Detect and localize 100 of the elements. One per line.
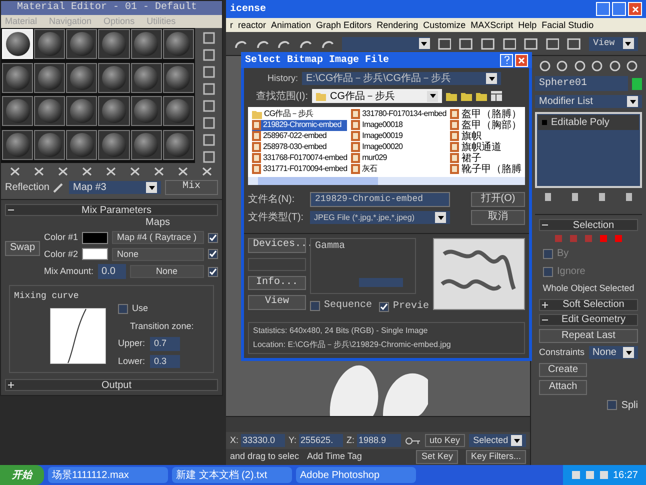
stack-tool-icon[interactable] — [543, 192, 554, 202]
file-item[interactable]: 258978-030-embed — [252, 142, 348, 152]
selection-set-dropdown[interactable] — [342, 36, 430, 50]
repeat-last-button[interactable]: Repeat Last — [539, 328, 638, 343]
menu-item[interactable]: Customize — [423, 20, 466, 30]
menu-item[interactable]: r — [230, 20, 233, 30]
checkbox[interactable] — [118, 304, 128, 314]
object-name-field[interactable]: Sphere01 — [535, 76, 628, 91]
checkbox[interactable] — [607, 400, 618, 410]
toolbar-icon[interactable] — [177, 166, 189, 177]
auto-key-button[interactable]: uto Key — [424, 434, 466, 448]
file-name-field[interactable]: 219829-Chromic-embed — [310, 192, 450, 207]
map-button[interactable]: None — [130, 264, 204, 278]
history-dropdown[interactable]: E:\CG作品－步兵\CG作品－步兵 — [302, 72, 501, 86]
number-field[interactable]: 0.3 — [150, 354, 180, 368]
set-key-button[interactable]: Set Key — [416, 450, 458, 464]
caret-icon[interactable] — [622, 38, 634, 49]
tool-icon[interactable] — [202, 134, 214, 146]
caret-icon[interactable] — [427, 90, 438, 102]
stack-item[interactable]: Editable Poly — [538, 115, 639, 130]
file-item[interactable]: Image00019 — [351, 130, 446, 142]
toolbar-icon[interactable] — [9, 166, 21, 177]
toolbar-icon[interactable] — [57, 166, 69, 177]
menu-item[interactable]: Help — [518, 20, 537, 30]
file-item[interactable]: 331780-F0170134-embed — [351, 108, 446, 120]
constraints-dropdown[interactable]: None — [588, 346, 638, 360]
start-button[interactable]: 开始 — [0, 465, 44, 485]
attach-button[interactable]: Attach — [539, 380, 587, 394]
caret-icon[interactable] — [511, 435, 522, 446]
file-item[interactable]: 331768-F0170074-embed — [252, 152, 348, 164]
checkbox[interactable] — [543, 266, 553, 276]
tool-icon[interactable] — [202, 32, 214, 44]
file-item[interactable]: 灰石 — [351, 164, 446, 174]
restore-button[interactable] — [612, 2, 626, 16]
horizontal-scrollbar[interactable] — [248, 176, 525, 184]
checkbox[interactable] — [310, 300, 320, 310]
swap-button[interactable]: Swap — [5, 241, 40, 256]
menu-item[interactable]: reactor — [238, 20, 266, 30]
modifier-list-dropdown[interactable]: Modifier List — [535, 95, 642, 108]
file-item[interactable]: Image00020 — [351, 142, 446, 152]
map-button[interactable]: Map #4 ( Raytrace ) — [112, 231, 204, 244]
stack-tool-icon[interactable] — [596, 192, 607, 202]
color-swatch[interactable] — [82, 232, 108, 244]
file-item[interactable]: Image00018 — [351, 120, 446, 130]
eyedropper-icon[interactable] — [53, 182, 65, 192]
menu-item[interactable]: Facial Studio — [542, 20, 594, 30]
caret-icon[interactable] — [418, 38, 430, 49]
folder-nav-icon[interactable] — [476, 91, 487, 101]
help-button[interactable] — [500, 54, 513, 66]
rollout-header[interactable]: Edit Geometry — [539, 314, 638, 326]
file-item[interactable]: 旗帜通道 — [450, 142, 522, 152]
file-item[interactable]: mur029 — [351, 152, 446, 164]
toolbar-icon[interactable] — [81, 166, 93, 177]
object-color-swatch[interactable] — [632, 78, 642, 90]
checkbox[interactable] — [378, 302, 389, 312]
look-in-dropdown[interactable]: CG作品－步兵 — [312, 89, 442, 103]
file-item[interactable]: 靴子甲（胳膊 — [450, 164, 522, 174]
view-menu-icon[interactable] — [491, 91, 502, 101]
toolbar-icon[interactable] — [201, 166, 213, 177]
checkbox[interactable] — [543, 248, 553, 258]
checkbox[interactable] — [208, 232, 218, 243]
map-type-button[interactable]: Mix — [165, 180, 218, 195]
file-item[interactable]: 裙子 — [450, 152, 522, 164]
menu-item[interactable]: MAXScript — [470, 20, 514, 30]
panel-tab-icon[interactable] — [556, 60, 568, 72]
taskbar-button[interactable]: 新建 文本文档 (2).txt — [172, 467, 292, 483]
menu-item[interactable]: Animation — [271, 20, 312, 30]
tray-icon[interactable] — [598, 470, 609, 480]
tool-icon[interactable] — [202, 66, 214, 78]
checkbox[interactable] — [208, 249, 218, 260]
cancel-button[interactable]: 取消 — [471, 210, 525, 225]
key-filters-button[interactable]: Key Filters... — [466, 450, 526, 464]
menu-item[interactable]: Rendering — [376, 20, 418, 30]
toolbar-icon[interactable] — [153, 166, 165, 177]
caret-icon[interactable] — [623, 347, 634, 358]
rollout-header[interactable]: Selection — [539, 219, 638, 231]
panel-tab-icon[interactable] — [608, 60, 621, 72]
taskbar-button[interactable]: 场景1111112.max — [48, 467, 168, 483]
file-item[interactable]: 258967-022-embed — [252, 130, 348, 142]
file-item[interactable]: 219829-Chromic-embed — [252, 120, 348, 130]
toolbar-icon[interactable] — [546, 38, 560, 50]
caret-icon[interactable] — [627, 96, 638, 107]
toolbar-icon[interactable] — [438, 38, 452, 50]
folder-nav-icon[interactable] — [446, 91, 457, 101]
tool-icon[interactable] — [202, 117, 214, 129]
map-name-field[interactable]: Map #3 — [69, 181, 161, 194]
tray-icon[interactable] — [584, 470, 595, 480]
gamma-field[interactable] — [359, 278, 403, 287]
coordinate-field[interactable]: 255625. — [298, 434, 343, 448]
caret-icon[interactable] — [146, 182, 157, 193]
coordinate-field[interactable]: 1988.9 — [356, 434, 401, 448]
info-button[interactable]: Info... — [248, 276, 306, 290]
toolbar-icon[interactable] — [129, 166, 141, 177]
create-button[interactable]: Create — [539, 362, 587, 377]
checkbox[interactable] — [208, 266, 218, 276]
menu-item[interactable]: Graph Editors — [316, 20, 372, 30]
toolbar-icon[interactable] — [33, 166, 45, 177]
file-item[interactable]: CG作品－步兵 — [252, 108, 348, 120]
close-button[interactable] — [628, 2, 642, 16]
folder-nav-icon[interactable] — [461, 91, 472, 101]
